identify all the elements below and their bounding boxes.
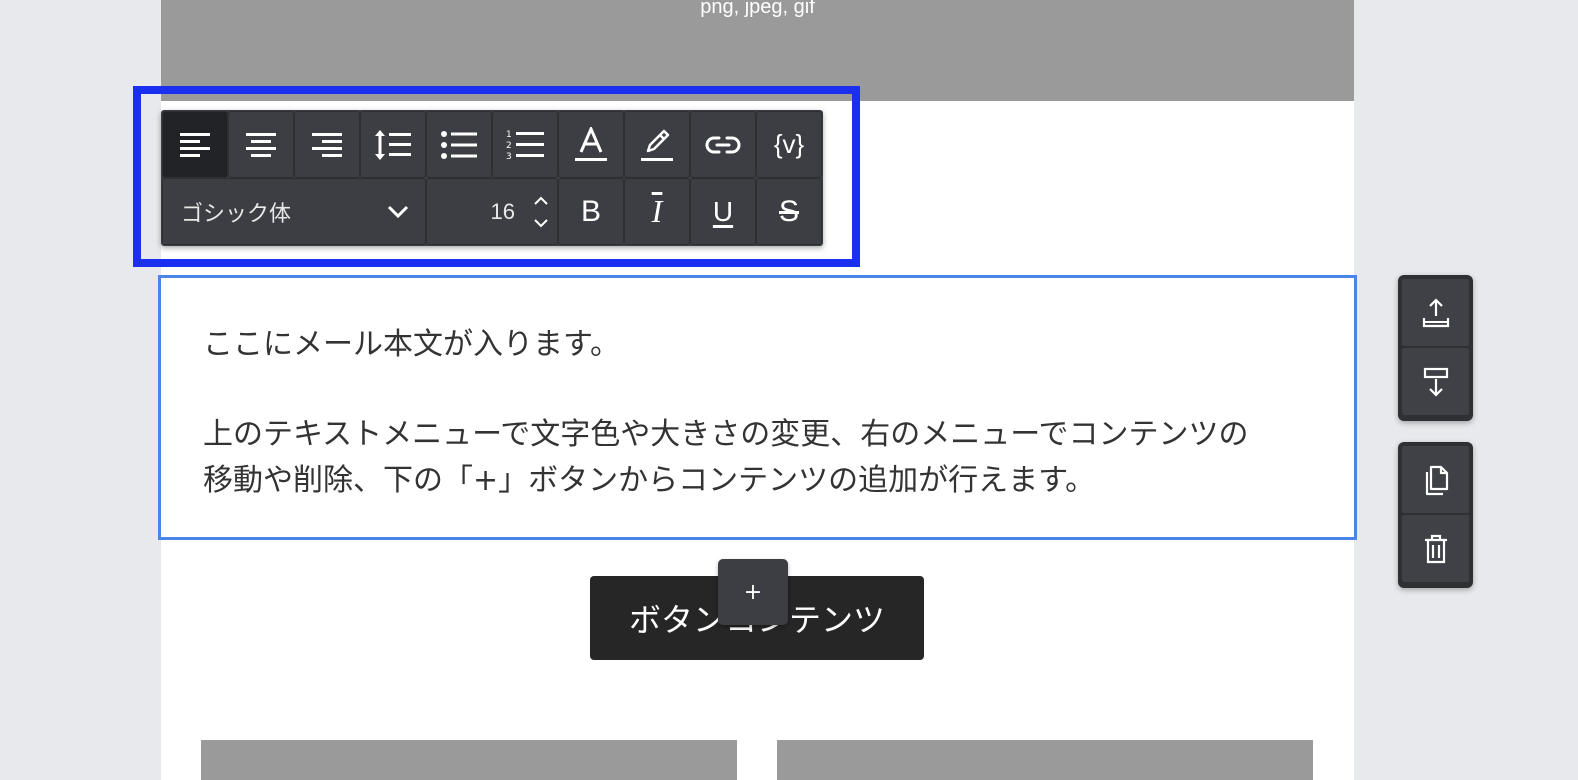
chevron-down-icon: [387, 205, 409, 218]
bullet-list-button[interactable]: [426, 111, 492, 178]
text-content-block[interactable]: ここにメール本文が入ります。 上のテキストメニューで文字色や大きさの変更、右のメ…: [158, 275, 1357, 540]
align-left-icon: [180, 132, 210, 157]
font-size-input[interactable]: 16: [426, 178, 558, 245]
plus-icon: +: [743, 579, 763, 605]
bold-icon: B: [580, 194, 601, 228]
variable-insert-button[interactable]: {v}: [756, 111, 822, 178]
body-text-line: 移動や削除、下の「+」ボタンからコンテンツの追加が行えます。: [203, 463, 1096, 498]
highlight-color-icon: [641, 129, 673, 161]
highlight-color-button[interactable]: [624, 111, 690, 178]
underline-icon: U: [712, 195, 734, 227]
bullet-list-icon: [441, 130, 477, 159]
trash-icon: [1424, 534, 1447, 563]
chevron-down-icon: [534, 218, 548, 227]
variable-icon: {v}: [773, 129, 805, 159]
svg-text:1: 1: [506, 130, 512, 140]
font-size-value: 16: [490, 198, 515, 224]
font-family-select[interactable]: ゴシック体: [162, 178, 426, 245]
body-text-line: ここにメール本文が入ります。: [203, 327, 620, 362]
align-center-icon: [246, 132, 276, 157]
image-column-right[interactable]: [777, 740, 1313, 780]
align-left-button[interactable]: [162, 111, 228, 178]
image-format-hint: png, jpeg, gif: [700, 0, 815, 18]
move-menu: [1398, 275, 1473, 421]
link-icon: [705, 136, 741, 153]
bold-button[interactable]: B: [558, 178, 624, 245]
move-up-icon: [1422, 297, 1449, 327]
align-right-icon: [312, 132, 342, 157]
strikethrough-icon: S: [778, 194, 799, 228]
add-content-button[interactable]: +: [718, 559, 788, 625]
move-down-button[interactable]: [1402, 348, 1469, 415]
font-family-value: ゴシック体: [181, 201, 292, 227]
duplicate-icon: [1425, 465, 1448, 495]
underline-button[interactable]: U: [690, 178, 756, 245]
edit-menu: [1398, 442, 1473, 588]
text-color-icon: [575, 126, 607, 161]
numbered-list-icon: 123: [506, 130, 544, 161]
chevron-up-icon: [534, 196, 548, 205]
align-right-button[interactable]: [294, 111, 360, 178]
line-height-icon: [375, 129, 411, 160]
align-center-button[interactable]: [228, 111, 294, 178]
image-column-left[interactable]: [201, 740, 737, 780]
italic-icon: I: [651, 193, 663, 229]
move-up-button[interactable]: [1402, 279, 1469, 346]
link-button[interactable]: [690, 111, 756, 178]
text-color-button[interactable]: [558, 111, 624, 178]
svg-text:2: 2: [506, 141, 512, 151]
numbered-list-button[interactable]: 123: [492, 111, 558, 178]
duplicate-button[interactable]: [1402, 446, 1469, 513]
line-height-button[interactable]: [360, 111, 426, 178]
italic-button[interactable]: I: [624, 178, 690, 245]
font-size-stepper[interactable]: [533, 196, 549, 228]
delete-button[interactable]: [1402, 515, 1469, 582]
body-text-line: 上のテキストメニューで文字色や大きさの変更、右のメニューでコンテンツの: [203, 417, 1249, 452]
strikethrough-button[interactable]: S: [756, 178, 822, 245]
svg-text:3: 3: [506, 152, 512, 161]
move-down-icon: [1423, 367, 1448, 397]
text-format-toolbar: 123 {v} ゴシック体 16 B I U S: [161, 110, 823, 246]
